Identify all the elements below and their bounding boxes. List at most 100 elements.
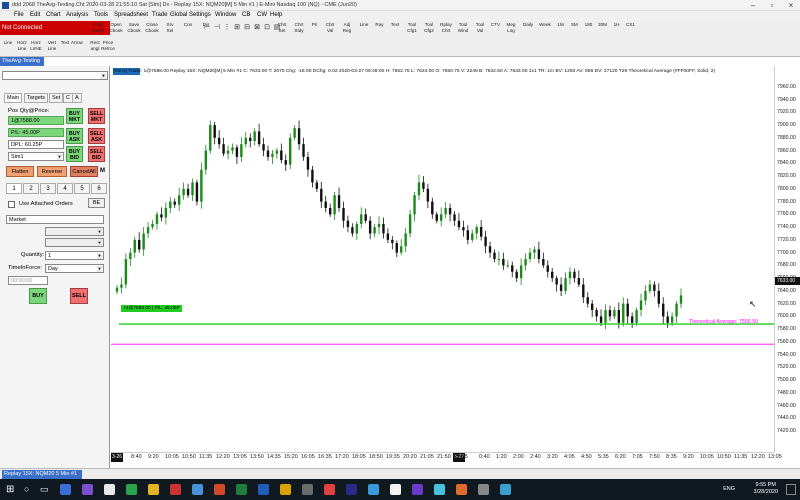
toolbar-adj-reg-button[interactable]: Adj Reg xyxy=(340,22,354,37)
taskbar-app-icon[interactable] xyxy=(148,484,159,495)
toolbar-draw-horz-line-button[interactable]: Horz Line xyxy=(15,40,29,55)
toolbar-week-button[interactable]: Week xyxy=(538,22,552,37)
taskbar-app-icon[interactable] xyxy=(236,484,247,495)
time-field[interactable]: 00:00:00 xyxy=(8,276,48,285)
toolbar-draw-line-button[interactable]: Line xyxy=(1,40,15,55)
toolbar-30m-button[interactable]: 30M xyxy=(597,22,608,37)
taskbar-app-icon[interactable] xyxy=(104,484,115,495)
toolbar-tool-1-icon[interactable]: ⊢ xyxy=(202,23,212,35)
qty-preset-2[interactable]: 2 xyxy=(23,183,39,194)
toolbar-draw-vert-line-button[interactable]: Vert Line xyxy=(45,40,59,55)
taskbar-app-icon[interactable] xyxy=(434,484,445,495)
task-view-icon[interactable]: ▭ xyxy=(40,484,49,495)
flatten-button[interactable]: Flatten xyxy=(6,166,34,177)
price-field-1[interactable]: ▼ xyxy=(45,227,104,236)
sell-bid-button[interactable]: SELL BID xyxy=(88,146,105,162)
toolbar-1h-button[interactable]: 1H xyxy=(611,22,622,37)
toolbar-5m-button[interactable]: 5M xyxy=(569,22,580,37)
toolbar-ray-button[interactable]: Ray xyxy=(374,22,385,37)
close-button[interactable]: × xyxy=(782,0,800,11)
toolbar-tool-cfg1-button[interactable]: Tool Cfg1 xyxy=(405,22,419,37)
reverse-button[interactable]: Reverse xyxy=(37,166,67,177)
menu-item-file[interactable]: File xyxy=(14,12,24,18)
toolbar-draw-horz-lnne-button[interactable]: Horz LnNE xyxy=(29,40,43,55)
menu-item-help[interactable]: Help xyxy=(270,12,282,18)
qty-preset-3[interactable]: 3 xyxy=(40,183,56,194)
maximize-button[interactable]: ▫ xyxy=(763,0,781,11)
toolbar-tool-3-icon[interactable]: ⋮ xyxy=(222,23,232,35)
sell-ask-button[interactable]: SELL ASK xyxy=(88,128,105,144)
time-axis[interactable]: 3-26 3-27 8:40 9:20 10:05 10:50 11:35 12:20 13:0… xyxy=(111,452,782,462)
taskbar-app-icon[interactable] xyxy=(500,484,511,495)
symbol-dropdown[interactable]: ▼ xyxy=(2,71,108,80)
search-icon[interactable]: ○ xyxy=(24,484,29,494)
chart-tab[interactable]: TheAvg-Testing xyxy=(0,57,44,66)
taskbar-app-icon[interactable] xyxy=(82,484,93,495)
toolbar-tool-cfg2-button[interactable]: Tool Cfg2 xyxy=(422,22,436,37)
taskbar-app-icon[interactable] xyxy=(412,484,423,495)
tab-set[interactable]: Set xyxy=(49,93,64,103)
toolbar-cs1-button[interactable]: CS1 xyxy=(625,22,636,37)
buy-button[interactable]: BUY xyxy=(29,288,47,304)
toolbar-rplay-chrt-button[interactable]: Rplay Chrt xyxy=(439,22,453,37)
cancel-all-button[interactable]: CancelAll xyxy=(70,166,98,177)
buy-bid-button[interactable]: BUY BID xyxy=(66,146,83,162)
windows-start-icon[interactable]: ⊞ xyxy=(6,484,14,495)
chart-window-tab[interactable]: Replay 15X: NQM20 5 Min #1 xyxy=(2,470,82,479)
menu-item-tools[interactable]: Tools xyxy=(94,12,108,18)
toolbar-tool-6-icon[interactable]: ⊠ xyxy=(252,23,262,35)
toolbar-srv-sel-button[interactable]: Srv Sel xyxy=(163,22,177,37)
attached-orders-checkbox[interactable] xyxy=(8,201,15,208)
be-button[interactable]: BE xyxy=(88,198,105,208)
toolbar-ctv-button[interactable]: CTV xyxy=(490,22,501,37)
qty-preset-4[interactable]: 4 xyxy=(57,183,73,194)
taskbar-app-icon[interactable] xyxy=(258,484,269,495)
toolbar-pri-button[interactable]: Pri xyxy=(309,22,320,37)
toolbar-180-button[interactable]: 180 xyxy=(583,22,594,37)
toolbar-chrt-set-button[interactable]: Chrt Set xyxy=(275,22,289,37)
menu-item-cb[interactable]: CB xyxy=(242,12,250,18)
toolbar-con-button[interactable]: Con xyxy=(181,22,195,37)
clock[interactable]: 9:55 PM 3/28/2020 xyxy=(754,482,778,496)
taskbar-app-icon[interactable] xyxy=(456,484,467,495)
toolbar-tool-7-icon[interactable]: ⊡ xyxy=(262,23,272,35)
toolbar-find-symb-button[interactable]: Find Symb xyxy=(91,22,105,37)
toolbar-chrt-stdy-button[interactable]: Chrt Stdy xyxy=(292,22,306,37)
menu-item-cw[interactable]: CW xyxy=(257,12,267,18)
taskbar-app-icon[interactable] xyxy=(368,484,379,495)
price-chart[interactable] xyxy=(111,66,774,452)
taskbar-app-icon[interactable] xyxy=(478,484,489,495)
price-field-2[interactable]: ▼ xyxy=(45,238,104,247)
chart-region[interactable]: [Sim1] Trade: 1@7588.00 Replay 15X: NQM2… xyxy=(111,66,774,452)
menu-item-chart[interactable]: Chart xyxy=(46,12,61,18)
toolbar-chrt-val-button[interactable]: Chrt Val xyxy=(323,22,337,37)
toolbar-open-cbook-button[interactable]: Open Cbook xyxy=(109,22,123,37)
tab-a[interactable]: A xyxy=(72,93,82,103)
toolbar-save-cbook-button[interactable]: Save Cbook xyxy=(127,22,141,37)
taskbar-app-icon[interactable] xyxy=(126,484,137,495)
order-type-dropdown[interactable]: Market xyxy=(6,215,104,224)
toolbar-1m-button[interactable]: 1M xyxy=(555,22,566,37)
toolbar-line-button[interactable]: Line xyxy=(357,22,371,37)
toolbar-meg-log-button[interactable]: Meg Log xyxy=(504,22,518,37)
menu-item-global-settings[interactable]: Global Settings xyxy=(170,12,211,18)
menu-item-spreadsheet[interactable]: Spreadsheet xyxy=(114,12,148,18)
toolbar-daily-button[interactable]: Daily xyxy=(521,22,535,37)
toolbar-draw-price-retrce-button[interactable]: Price Retrce xyxy=(101,40,115,55)
account-dropdown[interactable]: Sim1 ▼ xyxy=(8,152,64,161)
taskbar-app-icon[interactable] xyxy=(170,484,181,495)
m-label[interactable]: M xyxy=(100,168,105,174)
taskbar-app-icon[interactable] xyxy=(390,484,401,495)
menu-item-edit[interactable]: Edit xyxy=(30,12,40,18)
toolbar-tool-4-icon[interactable]: ⊞ xyxy=(232,23,242,35)
toolbar-close-cbook-button[interactable]: Close Cbook xyxy=(145,22,159,37)
language-indicator[interactable]: ENG xyxy=(723,486,735,492)
menu-item-trade[interactable]: Trade xyxy=(152,12,167,18)
toolbar-draw-arrow-button[interactable]: Arrow xyxy=(70,40,84,55)
qty-preset-5[interactable]: 5 xyxy=(74,183,90,194)
menu-item-analysis[interactable]: Analysis xyxy=(66,12,88,18)
toolbar-tool-val-button[interactable]: Tool Val xyxy=(473,22,487,37)
tab-targets[interactable]: Targets xyxy=(24,93,49,103)
taskbar-app-icon[interactable] xyxy=(60,484,71,495)
taskbar-app-icon[interactable] xyxy=(214,484,225,495)
